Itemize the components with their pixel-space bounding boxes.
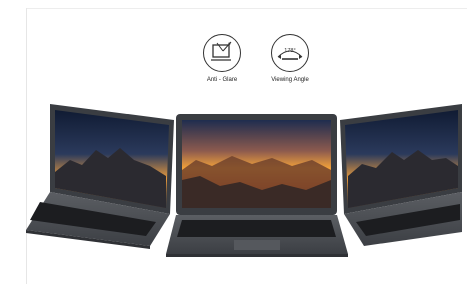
center-laptop-touchpad [234,240,280,250]
right-laptop [340,104,462,246]
center-laptop-edge [166,254,348,257]
center-laptop [166,114,348,257]
product-image: Anti - Glare 178° Viewing Angle [0,0,467,292]
center-laptop-keyboard [177,220,336,237]
laptops-illustration [26,104,462,257]
left-laptop [26,104,174,249]
